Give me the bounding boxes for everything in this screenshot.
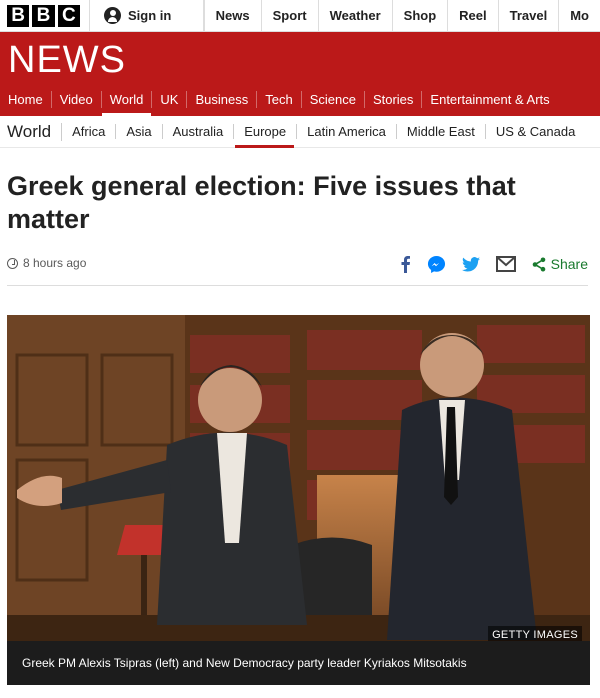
top-nav-sport[interactable]: Sport: [260, 0, 318, 31]
top-nav-news[interactable]: News: [203, 0, 261, 31]
logo-letter: B: [7, 4, 30, 27]
share-label: Share: [550, 256, 588, 272]
news-band: NEWS Home Video World UK Business Tech S…: [0, 32, 600, 116]
image-caption: Greek PM Alexis Tsipras (left) and New D…: [7, 641, 590, 685]
section-world[interactable]: World: [100, 91, 152, 116]
subnav-asia[interactable]: Asia: [116, 124, 163, 139]
article-meta: 8 hours ago Share: [7, 250, 588, 286]
logo-letter: C: [57, 4, 80, 27]
top-nav-shop[interactable]: Shop: [391, 0, 448, 31]
section-home[interactable]: Home: [0, 91, 51, 108]
facebook-icon[interactable]: [399, 254, 411, 274]
bbc-logo[interactable]: B B C: [0, 0, 90, 31]
section-video[interactable]: Video: [50, 91, 101, 108]
subnav-title[interactable]: World: [7, 122, 63, 141]
top-nav: News Sport Weather Shop Reel Travel Mo: [203, 0, 600, 31]
sign-in-label: Sign in: [128, 8, 172, 23]
section-nav: Home Video World UK Business Tech Scienc…: [0, 83, 558, 116]
user-icon: [104, 7, 121, 24]
article-headline: Greek general election: Five issues that…: [7, 171, 516, 234]
subnav-us-canada[interactable]: US & Canada: [486, 124, 586, 139]
section-stories[interactable]: Stories: [363, 91, 421, 108]
world-subnav: World Africa Asia Australia Europe Latin…: [0, 116, 600, 148]
top-nav-weather[interactable]: Weather: [317, 0, 392, 31]
masthead: B B C Sign in News Sport Weather Shop Re…: [0, 0, 600, 32]
section-tech[interactable]: Tech: [256, 91, 300, 108]
subnav-europe[interactable]: Europe: [234, 124, 298, 148]
section-science[interactable]: Science: [300, 91, 364, 108]
section-uk[interactable]: UK: [151, 91, 186, 108]
share-button[interactable]: Share: [532, 254, 588, 274]
subnav-latin-america[interactable]: Latin America: [297, 124, 397, 139]
timestamp: 8 hours ago: [7, 256, 86, 270]
section-entertainment[interactable]: Entertainment & Arts: [421, 91, 557, 108]
twitter-icon[interactable]: [461, 254, 480, 274]
clock-icon: [7, 257, 18, 269]
news-title[interactable]: NEWS: [8, 39, 126, 82]
hero-image: GETTY IMAGES Greek PM Alexis Tsipras (le…: [7, 315, 590, 685]
timestamp-text: 8 hours ago: [23, 256, 87, 270]
share-tools: Share: [399, 254, 588, 274]
subnav-middle-east[interactable]: Middle East: [397, 124, 486, 139]
top-nav-reel[interactable]: Reel: [447, 0, 497, 31]
section-business[interactable]: Business: [186, 91, 256, 108]
subnav-africa[interactable]: Africa: [62, 124, 117, 139]
share-icon: [532, 257, 545, 271]
logo-letter: B: [32, 4, 55, 27]
email-icon[interactable]: [495, 254, 516, 274]
top-nav-travel[interactable]: Travel: [497, 0, 559, 31]
subnav-australia[interactable]: Australia: [163, 124, 235, 139]
top-nav-more[interactable]: Mo: [558, 0, 600, 31]
messenger-icon[interactable]: [427, 254, 446, 274]
sign-in-button[interactable]: Sign in: [90, 0, 204, 31]
